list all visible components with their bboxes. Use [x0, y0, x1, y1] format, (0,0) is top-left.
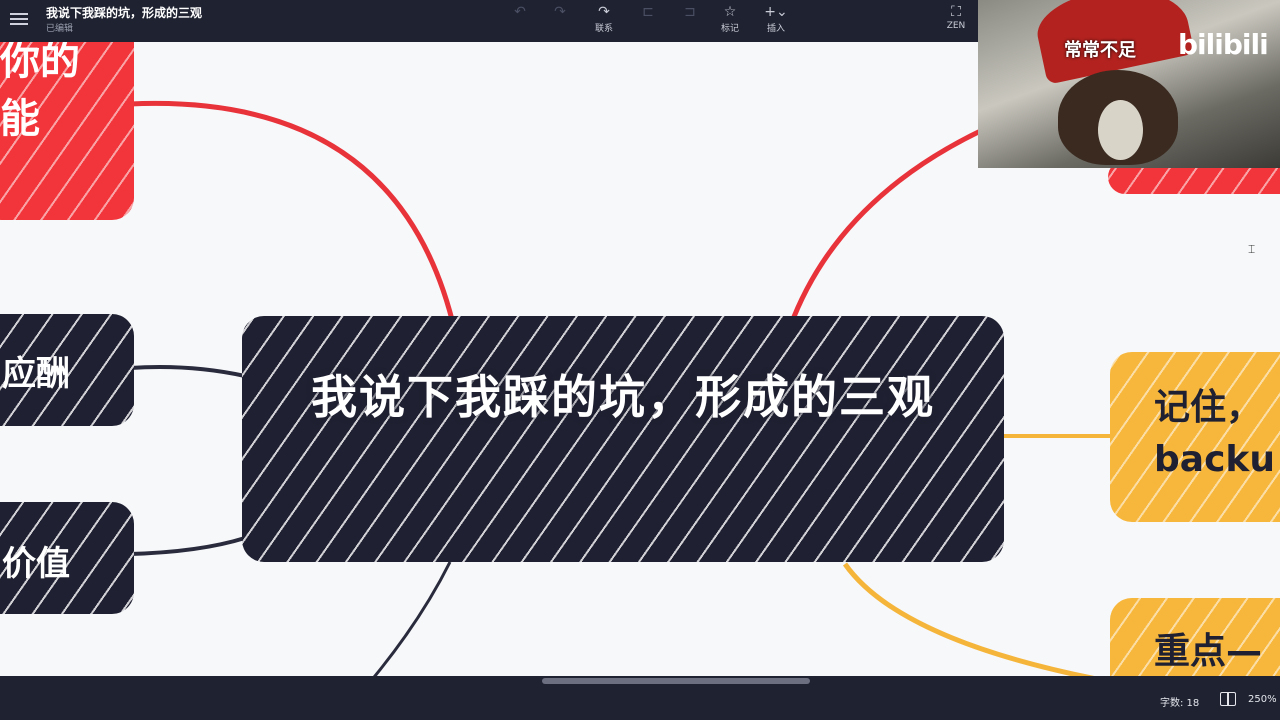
fullscreen-icon: ⛶ [951, 4, 961, 20]
node-backup[interactable]: 记住， backu [1110, 352, 1280, 522]
text-cursor-icon: ⌶ [1248, 242, 1256, 256]
book-icon[interactable] [1220, 692, 1236, 706]
node-red-left[interactable]: 你的 能 [0, 42, 134, 220]
node-backup-line1: 记住， [1154, 387, 1263, 428]
add-sibling-icon: ⊐ [684, 4, 696, 20]
zen-mode-button[interactable]: ⛶ ZEN [936, 3, 976, 31]
menu-icon[interactable] [10, 10, 28, 28]
node-backup-line2: backu [1154, 439, 1275, 480]
zen-label: ZEN [946, 21, 966, 31]
zoom-level[interactable]: 250% [1248, 694, 1277, 705]
node-yingchou-label: 应酬 [2, 354, 70, 394]
edge-red-left [129, 100, 458, 333]
insert-button[interactable]: +⌄ 插入 [756, 3, 796, 34]
edge-red-right [787, 119, 1002, 328]
undo-button[interactable]: ↶ [500, 3, 540, 21]
central-topic-label: 我说下我踩的坑，形成的三观 [311, 370, 935, 424]
document-title: 我说下我踩的坑，形成的三观 [46, 6, 203, 20]
add-sibling-button[interactable]: ⊐ [670, 3, 710, 21]
word-count: 字数: 18 [1160, 698, 1200, 709]
node-yingchou[interactable]: 应酬 [0, 314, 134, 426]
node-zhongdian-label: 重点— [1154, 631, 1263, 672]
node-red-left-line2: 能 [0, 96, 40, 142]
edge-yellow-2 [842, 562, 1095, 676]
horizontal-scrollbar[interactable] [542, 678, 810, 684]
edge-dark-3 [372, 561, 452, 676]
node-red-left-line1: 你的 [0, 42, 80, 84]
undo-icon: ↶ [514, 4, 526, 20]
link-label: 联系 [594, 24, 613, 34]
webcam-caption: 常常不足 [1064, 40, 1136, 61]
bilibili-logo: bilibili [1178, 28, 1269, 61]
node-jiazhi-label: 价值 [2, 544, 70, 584]
dog-face [1058, 70, 1178, 165]
add-child-icon: ⊏ [642, 4, 654, 20]
star-icon: ☆ [723, 4, 737, 20]
node-zhongdian[interactable]: 重点— [1110, 598, 1280, 676]
redo-button[interactable]: ↷ [540, 3, 580, 21]
plus-icon: +⌄ [764, 4, 788, 20]
central-topic[interactable]: 我说下我踩的坑，形成的三观 [242, 316, 1004, 562]
edge-dark-1 [129, 365, 246, 378]
node-jiazhi[interactable]: 价值 [0, 502, 134, 614]
mark-label: 标记 [720, 24, 739, 34]
link-icon: ↷ [598, 4, 610, 20]
add-child-button[interactable]: ⊏ [628, 3, 668, 21]
status-bar: 字数: 18 250% [0, 676, 1280, 720]
link-button[interactable]: ↷ 联系 [584, 3, 624, 34]
redo-icon: ↷ [554, 4, 566, 20]
edge-dark-2 [129, 536, 246, 556]
mark-button[interactable]: ☆ 标记 [710, 3, 750, 34]
insert-label: 插入 [766, 24, 785, 34]
document-status: 已编辑 [46, 24, 74, 34]
webcam-overlay: 常常不足 bilibili [978, 0, 1280, 168]
